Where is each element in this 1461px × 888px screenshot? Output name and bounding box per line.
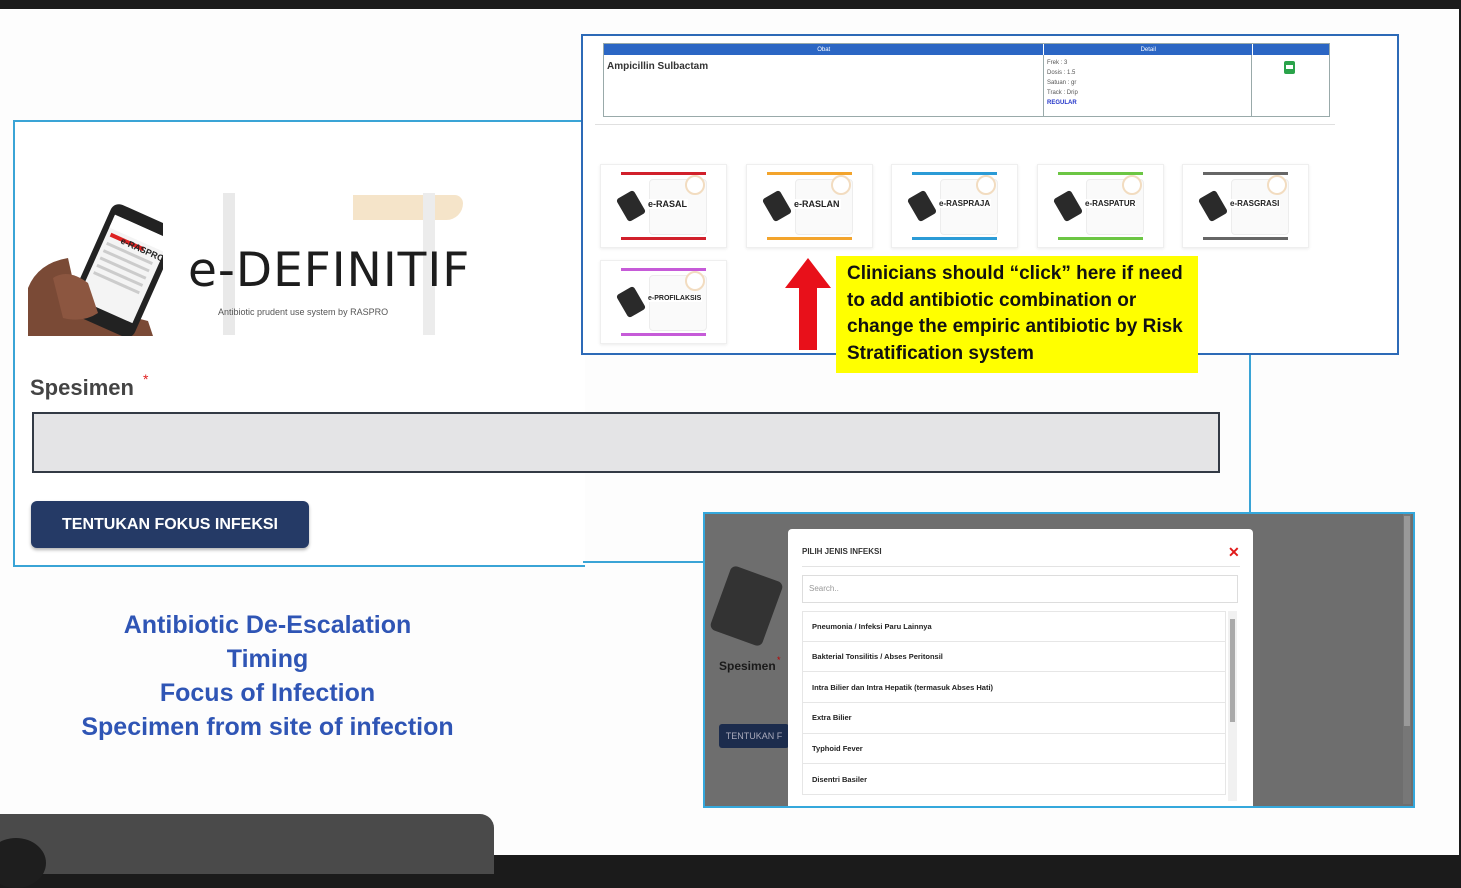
check-circle-icon	[976, 175, 996, 195]
table-card-edge	[595, 116, 1335, 125]
check-circle-icon	[685, 271, 705, 291]
table-row: Ampicillin Sulbactam Frek : 3 Dosis : 1.…	[604, 55, 1329, 116]
tile-accent-bar	[1058, 237, 1143, 240]
modal-title: PILIH JENIS INFEKSI	[802, 547, 882, 556]
column-header: Detail	[1044, 44, 1254, 55]
background-specimen-label: Spesimen	[719, 659, 776, 673]
list-item[interactable]: Pneumonia / Infeksi Paru Lainnya	[802, 611, 1226, 642]
key-points: Antibiotic De-Escalation Timing Focus of…	[60, 608, 475, 744]
connector-line	[583, 561, 703, 563]
logo-subtitle: Antibiotic prudent use system by RASPRO	[218, 307, 389, 317]
required-marker: *	[143, 371, 149, 387]
tile-label: e-RASLAN	[793, 199, 841, 209]
page-scrollbar-thumb[interactable]	[1404, 516, 1410, 726]
tile-accent-bar	[621, 237, 706, 240]
check-circle-icon	[831, 175, 851, 195]
regular-badge: REGULAR	[1047, 100, 1077, 106]
tile-accent-bar	[621, 333, 706, 336]
note-line: Specimen from site of infection	[81, 713, 454, 741]
tile-label: e-RASGRASI	[1229, 199, 1281, 208]
phone-icon	[615, 285, 647, 319]
background-focus-button: TENTUKAN F	[719, 724, 789, 748]
printer-icon[interactable]	[1284, 61, 1295, 74]
modal-divider	[802, 566, 1240, 567]
check-circle-icon	[1267, 175, 1287, 195]
detail-line: Frek : 3	[1047, 60, 1068, 66]
tile-accent-bar	[767, 237, 852, 240]
drug-details: Frek : 3 Dosis : 1.5 Satuan : gr Track :…	[1044, 55, 1252, 116]
hand-phone-icon: e-RASPRO	[28, 204, 163, 336]
tile-e-raslan[interactable]: e-RASLAN	[746, 164, 873, 248]
infection-list: Pneumonia / Infeksi Paru Lainnya Bakteri…	[802, 611, 1226, 796]
column-header: Obat	[604, 44, 1045, 55]
tile-label: e-RASAL	[647, 199, 689, 209]
list-item[interactable]: Disentri Basiler	[802, 764, 1226, 796]
main-form-card	[13, 120, 585, 567]
phone-icon	[1052, 189, 1084, 223]
note-line: Timing	[226, 645, 309, 673]
search-input[interactable]: Search..	[802, 575, 1238, 603]
presenter-overlay	[0, 814, 494, 874]
logo-decor-swoosh	[353, 195, 463, 220]
infection-type-modal-inset: Spesimen * TENTUKAN F PILIH JENIS INFEKS…	[703, 512, 1415, 808]
column-header	[1253, 44, 1329, 55]
drug-name: Ampicillin Sulbactam	[604, 55, 1044, 116]
action-cell	[1252, 55, 1328, 116]
tile-e-rasal[interactable]: e-RASAL	[600, 164, 727, 248]
phone-icon	[615, 189, 647, 223]
close-icon[interactable]: ✕	[1228, 544, 1240, 561]
tile-label: e-RASPATUR	[1084, 199, 1137, 208]
tile-label: e-RASPRAJA	[938, 199, 992, 208]
specimen-label: Spesimen	[30, 375, 134, 400]
phone-icon	[906, 189, 938, 223]
list-item[interactable]: Intra Bilier dan Intra Hepatik (termasuk…	[802, 672, 1226, 704]
list-item[interactable]: Extra Bilier	[802, 703, 1226, 734]
note-line: Antibiotic De-Escalation	[123, 611, 412, 639]
tile-accent-bar	[1203, 237, 1288, 240]
tile-e-raspraja[interactable]: e-RASPRAJA	[891, 164, 1018, 248]
list-item[interactable]: Bakterial Tonsilitis / Abses Peritonsil	[802, 641, 1226, 673]
phone-icon	[709, 564, 784, 648]
specimen-input[interactable]	[32, 412, 1220, 473]
check-circle-icon	[1122, 175, 1142, 195]
instruction-callout: Clinicians should “click” here if need t…	[836, 256, 1198, 373]
list-scrollbar-thumb[interactable]	[1230, 619, 1235, 722]
determine-infection-focus-button[interactable]: TENTUKAN FOKUS INFEKSI	[31, 501, 309, 548]
tile-e-raspatur[interactable]: e-RASPATUR	[1037, 164, 1164, 248]
detail-line: Track : Drip	[1047, 90, 1078, 96]
infection-type-modal: PILIH JENIS INFEKSI ✕ Search.. Pneumonia…	[788, 529, 1253, 806]
table-header: Obat Detail	[604, 44, 1329, 55]
phone-icon	[1197, 189, 1229, 223]
drug-table: Obat Detail Ampicillin Sulbactam Frek : …	[603, 43, 1330, 117]
connector-line	[1249, 351, 1251, 513]
detail-line: Dosis : 1.5	[1047, 70, 1076, 76]
tile-e-profilaksis[interactable]: e-PROFILAKSIS	[600, 260, 727, 344]
tile-e-rasgrasi[interactable]: e-RASGRASI	[1182, 164, 1309, 248]
logo-title: e-DEFINITIF	[188, 243, 471, 298]
background-required-marker: *	[777, 655, 781, 665]
red-up-arrow-icon	[785, 258, 831, 350]
note-line: Focus of Infection	[159, 679, 376, 707]
list-item[interactable]: Typhoid Fever	[802, 733, 1226, 765]
tile-accent-bar	[912, 237, 997, 240]
tile-label: e-PROFILAKSIS	[647, 295, 703, 302]
e-definitif-logo: e-RASPRO e-DEFINITIF Antibiotic prudent …	[28, 193, 478, 338]
detail-line: Satuan : gr	[1047, 80, 1077, 86]
check-circle-icon	[685, 175, 705, 195]
phone-icon	[761, 189, 793, 223]
